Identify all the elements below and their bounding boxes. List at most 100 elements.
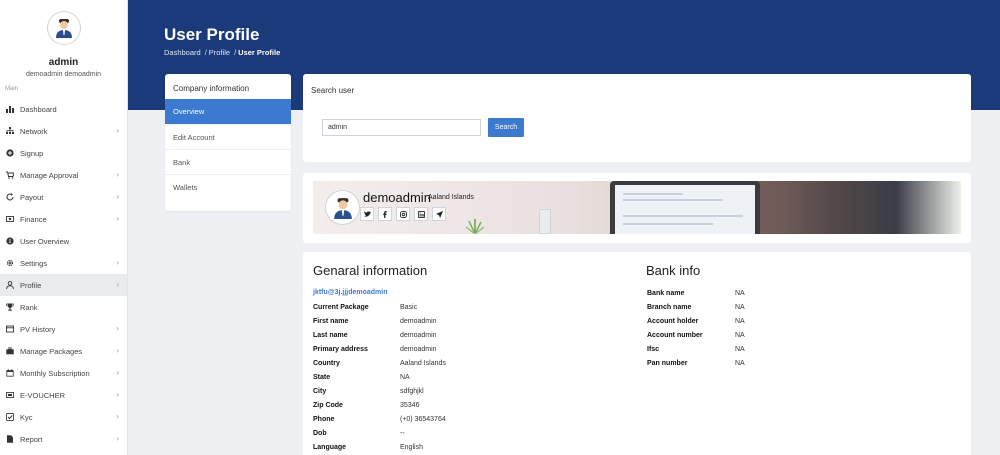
info-key: Current Package: [313, 304, 369, 311]
breadcrumb: Dashboard / Profile / User Profile: [164, 48, 281, 57]
trophy-icon: [6, 303, 14, 311]
info-key: Pan number: [647, 360, 688, 367]
profile-cover-card: demoadmin Aaland Islands: [303, 173, 971, 243]
briefcase-icon: [6, 347, 14, 355]
sidebar-item-kyc[interactable]: Kyc ›: [0, 406, 127, 428]
info-key: First name: [313, 318, 349, 325]
sidebar-item-finance[interactable]: Finance ›: [0, 208, 127, 230]
user-email-link[interactable]: jktfu@3j.jjjdemoadmin: [313, 289, 388, 296]
sidebar-item-user-overview[interactable]: User Overview: [0, 230, 127, 252]
file-icon: [6, 435, 14, 443]
sidebar-item-manage-approval[interactable]: Manage Approval ›: [0, 164, 127, 186]
info-value: 35346: [400, 402, 420, 409]
user-icon: [6, 281, 14, 289]
sidebar-item-label: Manage Packages: [20, 346, 83, 356]
sidebar-item-dashboard[interactable]: Dashboard: [0, 98, 127, 120]
linkedin-icon[interactable]: [414, 207, 428, 221]
plus-circle-icon: [6, 149, 14, 157]
money-icon: [6, 215, 14, 223]
chevron-right-icon: ›: [116, 324, 119, 333]
info-value: Basic: [400, 304, 418, 311]
info-row: First name demoadmin: [313, 317, 446, 331]
send-icon[interactable]: [432, 207, 446, 221]
sidebar-item-rank[interactable]: Rank: [0, 296, 127, 318]
sidebar-item-payout[interactable]: Payout ›: [0, 186, 127, 208]
info-row: Current Package Basic: [313, 303, 446, 317]
info-row: Bank name NA: [647, 289, 745, 303]
sitemap-icon: [6, 127, 14, 135]
info-value: NA: [735, 304, 745, 311]
info-icon: [6, 237, 14, 245]
info-key: Branch name: [647, 304, 692, 311]
sidebar-item-monthly-subscription[interactable]: Monthly Subscription ›: [0, 362, 127, 384]
sidebar-fullname: demoadmin demoadmin: [25, 71, 102, 78]
sidebar-item-signup[interactable]: Signup: [0, 142, 127, 164]
info-value: demoadmin: [400, 318, 437, 325]
menu-item-bank[interactable]: Bank: [165, 149, 291, 174]
sidebar-item-profile[interactable]: Profile ›: [0, 274, 127, 296]
sidebar-item-e-voucher[interactable]: E-VOUCHER ›: [0, 384, 127, 406]
history-icon: [6, 325, 14, 333]
sidebar-item-label: User Overview: [20, 236, 70, 246]
info-row: Ifsc NA: [647, 345, 745, 359]
breadcrumb-profile[interactable]: Profile: [209, 48, 230, 57]
info-key: Ifsc: [647, 346, 660, 353]
info-row: City sdfghjkl: [313, 387, 446, 401]
chevron-right-icon: ›: [116, 390, 119, 399]
instagram-icon[interactable]: [396, 207, 410, 221]
search-button[interactable]: Search: [488, 118, 524, 137]
menu-item-edit-account[interactable]: Edit Account: [165, 124, 291, 149]
info-key: Account number: [647, 332, 703, 339]
twitter-icon[interactable]: [360, 207, 374, 221]
user-avatar-icon: [55, 19, 72, 38]
sidebar-username: admin: [48, 57, 79, 68]
info-value: --: [400, 430, 405, 437]
chevron-right-icon: ›: [116, 126, 119, 135]
chevron-right-icon: ›: [116, 170, 119, 179]
info-key: City: [313, 388, 327, 395]
info-row: Account number NA: [647, 331, 745, 345]
info-key: Primary address: [313, 346, 368, 353]
general-info-title: Genaral information: [313, 263, 428, 278]
info-row: Last name demoadmin: [313, 331, 446, 345]
info-key: Country: [313, 360, 340, 367]
info-value: sdfghjkl: [400, 388, 424, 395]
info-row: Primary address demoadmin: [313, 345, 446, 359]
sidebar-item-manage-packages[interactable]: Manage Packages ›: [0, 340, 127, 362]
info-row: Phone (+0) 36543764: [313, 415, 446, 429]
avatar[interactable]: [46, 11, 81, 45]
info-key: Last name: [313, 332, 348, 339]
search-input[interactable]: [322, 119, 481, 136]
sidebar-section-label: Main: [5, 86, 19, 92]
sidebar-item-pv-history[interactable]: PV History ›: [0, 318, 127, 340]
bank-info-title: Bank info: [646, 263, 701, 278]
cover-username: demoadmin: [363, 190, 431, 205]
ticket-icon: [6, 391, 14, 399]
info-value: NA: [735, 332, 745, 339]
cover-location: Aaland Islands: [428, 194, 474, 201]
info-row: Branch name NA: [647, 303, 745, 317]
sidebar-item-label: E-VOUCHER: [20, 390, 66, 400]
info-value: NA: [735, 346, 745, 353]
info-value: NA: [400, 374, 410, 381]
menu-item-wallets[interactable]: Wallets: [165, 174, 291, 199]
info-value: Aaland Islands: [400, 360, 446, 367]
plant-decoration: [465, 219, 485, 234]
chevron-right-icon: ›: [116, 434, 119, 443]
sidebar-item-label: Report: [20, 434, 43, 444]
general-info-list: Current Package Basic First name demoadmin L…: [313, 303, 446, 455]
sidebar-item-settings[interactable]: Settings ›: [0, 252, 127, 274]
breadcrumb-dashboard[interactable]: Dashboard: [164, 48, 201, 57]
sidebar-item-network[interactable]: Network ›: [0, 120, 127, 142]
company-info-title: Company information: [173, 84, 250, 93]
menu-item-overview[interactable]: Overview: [165, 99, 291, 124]
facebook-icon[interactable]: [378, 207, 392, 221]
info-key: Account holder: [647, 318, 699, 325]
info-row: Account holder NA: [647, 317, 745, 331]
sidebar-item-label: Profile: [20, 280, 42, 290]
info-key: Phone: [313, 416, 335, 423]
info-key: Zip Code: [313, 402, 343, 409]
cover-avatar[interactable]: [325, 190, 360, 225]
sidebar-item-report[interactable]: Report ›: [0, 428, 127, 450]
info-row: State NA: [313, 373, 446, 387]
